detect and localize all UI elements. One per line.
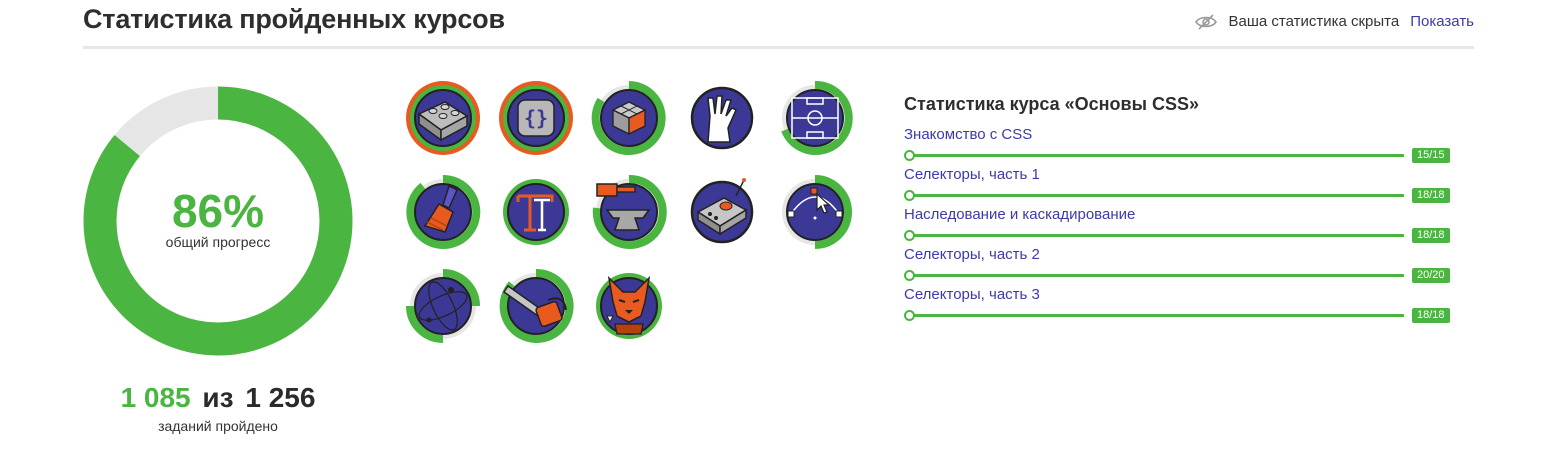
lesson-link[interactable]: Знакомство с CSS xyxy=(904,126,1032,143)
lesson-score-badge: 15/15 xyxy=(1412,148,1450,163)
eye-hidden-icon xyxy=(1195,13,1218,30)
lesson-progress-dot xyxy=(904,230,915,241)
vulcan-hand-icon xyxy=(690,86,754,150)
lesson-progress-line xyxy=(914,194,1404,197)
tasks-total: 1 256 xyxy=(245,382,316,413)
page-title: Статистика пройденных курсов xyxy=(83,4,505,34)
course-stats: Статистика курса «Основы CSS» Знакомство… xyxy=(904,94,1460,329)
progress-summary: 86% общий прогресс xyxy=(83,188,353,250)
lesson-score-badge: 20/20 xyxy=(1412,268,1450,283)
lesson-progress-line xyxy=(914,234,1404,237)
globe-orbit-icon xyxy=(406,269,480,343)
control-box-icon xyxy=(690,178,754,244)
lesson-score-badge: 18/18 xyxy=(1412,308,1450,323)
svg-text:{}: {} xyxy=(524,106,548,130)
badge-globe-orbit[interactable] xyxy=(405,268,481,344)
badge-lego-brick[interactable] xyxy=(405,80,481,156)
badge-curly-braces[interactable]: {} xyxy=(498,80,574,156)
badge-control-box[interactable] xyxy=(684,174,760,250)
lesson-progress-line xyxy=(914,314,1404,317)
course-title: Статистика курса «Основы CSS» xyxy=(904,94,1199,114)
badge-paint-brush[interactable] xyxy=(405,174,481,250)
paint-brush-icon xyxy=(406,174,481,249)
curly-braces-icon: {} xyxy=(499,81,573,155)
lesson-row: Селекторы, часть 1 18/18 xyxy=(904,166,1460,209)
badge-vector-cursor[interactable] xyxy=(777,174,853,250)
anvil-hammer-icon xyxy=(592,174,667,249)
lesson-progress-dot xyxy=(904,190,915,201)
badge-anvil-hammer[interactable] xyxy=(591,174,667,250)
course-badges: {} xyxy=(405,80,865,350)
privacy-text: Ваша статистика скрыта xyxy=(1228,13,1400,30)
lesson-progress-bar xyxy=(904,150,1404,162)
progress-caption: общий прогресс xyxy=(165,234,271,250)
lesson-progress-bar xyxy=(904,310,1404,322)
badge-typography[interactable] xyxy=(498,174,574,250)
chainsaw-icon xyxy=(499,268,574,343)
page-header: Статистика пройденных курсов Ваша статис… xyxy=(83,0,1474,49)
badge-cube-blocks[interactable] xyxy=(591,80,667,156)
football-field-icon xyxy=(781,80,853,155)
lesson-row: Наследование и каскадирование 18/18 xyxy=(904,206,1460,249)
show-stats-link[interactable]: Показать xyxy=(1410,13,1474,30)
badge-fox-cat[interactable] xyxy=(591,268,667,344)
progress-percent: 86% xyxy=(171,185,265,237)
vector-cursor-icon xyxy=(782,175,852,249)
tasks-summary: 1 085 из 1 256 заданий пройдено xyxy=(83,382,353,434)
tasks-separator: из xyxy=(202,382,234,413)
badge-vulcan-hand[interactable] xyxy=(684,80,760,156)
lesson-progress-line xyxy=(914,154,1404,157)
lesson-link[interactable]: Наследование и каскадирование xyxy=(904,206,1135,223)
lesson-progress-bar xyxy=(904,230,1404,242)
lesson-link[interactable]: Селекторы, часть 3 xyxy=(904,286,1040,303)
lesson-row: Селекторы, часть 3 18/18 xyxy=(904,286,1460,329)
lesson-row: Селекторы, часть 2 20/20 xyxy=(904,246,1460,289)
lesson-score-badge: 18/18 xyxy=(1412,228,1450,243)
lego-brick-icon xyxy=(406,81,480,155)
typography-t-icon xyxy=(503,179,569,245)
lesson-row: Знакомство с CSS 15/15 xyxy=(904,126,1460,169)
badge-chainsaw[interactable] xyxy=(498,268,574,344)
tasks-caption: заданий пройдено xyxy=(158,418,278,434)
cube-blocks-icon xyxy=(591,81,666,155)
lesson-progress-dot xyxy=(904,310,915,321)
privacy-status: Ваша статистика скрыта Показать xyxy=(1195,13,1474,30)
lesson-link[interactable]: Селекторы, часть 1 xyxy=(904,166,1040,183)
tasks-done: 1 085 xyxy=(120,382,191,413)
lesson-score-badge: 18/18 xyxy=(1412,188,1450,203)
lesson-progress-bar xyxy=(904,270,1404,282)
fox-cat-icon xyxy=(596,273,662,339)
lesson-link[interactable]: Селекторы, часть 2 xyxy=(904,246,1040,263)
lesson-progress-dot xyxy=(904,150,915,161)
lesson-progress-line xyxy=(914,274,1404,277)
lesson-progress-bar xyxy=(904,190,1404,202)
badge-football-field[interactable] xyxy=(777,80,853,156)
lesson-progress-dot xyxy=(904,270,915,281)
